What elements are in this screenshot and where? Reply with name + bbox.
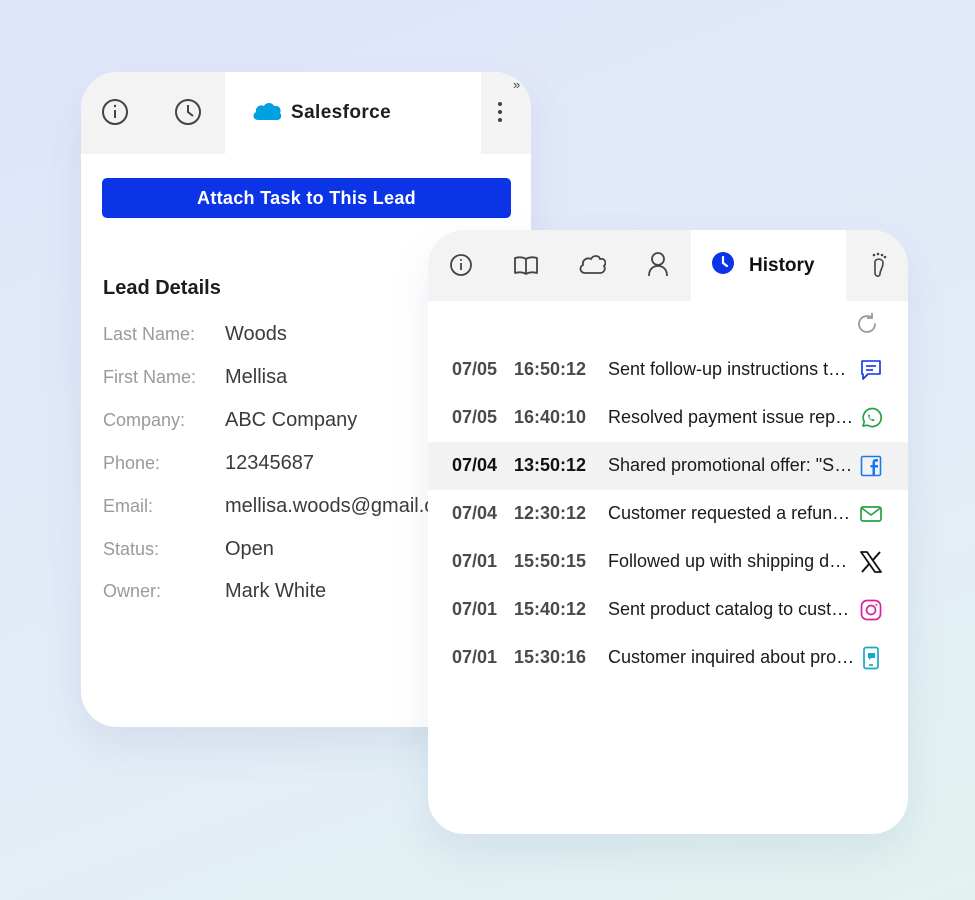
field-value: 12345687 (225, 452, 314, 474)
info-icon[interactable] (441, 245, 481, 285)
clock-icon[interactable] (168, 92, 208, 132)
cloud-icon[interactable] (572, 245, 612, 285)
history-text: Resolved payment issue reported by custo… (608, 407, 855, 427)
instagram-icon (859, 598, 883, 622)
user-icon[interactable] (638, 244, 678, 284)
history-panel: History 07/05 16:50:12 Sent follow-up in… (428, 230, 908, 834)
chevron-right-icon[interactable]: » (513, 78, 520, 91)
history-text: Shared promotional offer: "Summer Sale" (608, 455, 855, 475)
book-icon[interactable] (506, 245, 546, 285)
field-value: ABC Company (225, 409, 358, 431)
history-time: 15:40:12 (514, 599, 587, 619)
info-icon[interactable] (95, 92, 135, 132)
history-text: Customer inquired about product availabi… (608, 647, 855, 667)
email-icon (859, 502, 883, 526)
tab-label: Salesforce (291, 102, 392, 123)
history-time: 12:30:12 (514, 503, 587, 523)
history-item[interactable]: 07/05 16:40:10 Resolved payment issue re… (428, 394, 908, 442)
field-value: Mellisa (225, 366, 288, 388)
tab-bar: History (428, 230, 908, 301)
history-item[interactable]: 07/01 15:30:16 Customer inquired about p… (428, 634, 908, 682)
history-item[interactable]: 07/01 15:50:15 Followed up with shipping… (428, 538, 908, 586)
history-text: Sent product catalog to customer (608, 599, 855, 619)
history-text: Sent follow-up instructions to the custo… (608, 359, 855, 379)
sms-icon (859, 646, 883, 670)
tab-salesforce[interactable]: Salesforce (225, 72, 481, 154)
chat-icon (859, 358, 883, 382)
history-date: 07/05 (452, 407, 498, 427)
lead-details-title: Lead Details (103, 277, 221, 299)
history-item[interactable]: 07/04 13:50:12 Shared promotional offer:… (428, 442, 908, 490)
attach-task-button[interactable]: Attach Task to This Lead (102, 178, 511, 218)
field-label: Status: (103, 539, 160, 559)
more-vertical-icon[interactable] (485, 92, 515, 132)
facebook-icon (859, 454, 883, 478)
field-value: Woods (225, 323, 287, 345)
tab-label: History (749, 254, 815, 276)
salesforce-cloud-icon (251, 100, 283, 127)
footprint-icon[interactable] (859, 245, 899, 285)
history-date: 07/01 (452, 551, 498, 571)
history-text: Customer requested a refund for order (608, 503, 855, 523)
field-value: Open (225, 538, 274, 560)
field-label: Owner: (103, 581, 162, 601)
history-item[interactable]: 07/01 15:40:12 Sent product catalog to c… (428, 586, 908, 634)
history-item[interactable]: 07/04 12:30:12 Customer requested a refu… (428, 490, 908, 538)
history-time: 15:50:15 (514, 551, 587, 571)
field-label: Company: (103, 410, 186, 430)
history-date: 07/04 (452, 503, 498, 523)
history-date: 07/01 (452, 647, 498, 667)
refresh-icon[interactable] (855, 312, 879, 336)
whatsapp-icon (859, 406, 883, 430)
field-label: Last Name: (103, 324, 196, 344)
tab-bar: Salesforce » (81, 72, 531, 154)
history-time: 15:30:16 (514, 647, 587, 667)
field-value: Mark White (225, 580, 327, 602)
history-text: Followed up with shipping details (608, 551, 855, 571)
x-icon (859, 550, 883, 574)
clock-icon (711, 251, 735, 280)
field-value: mellisa.woods@gmail.com (225, 495, 463, 517)
field-label: Email: (103, 496, 154, 516)
history-date: 07/01 (452, 599, 498, 619)
history-time: 16:40:10 (514, 407, 587, 427)
history-time: 16:50:12 (514, 359, 587, 379)
field-label: First Name: (103, 367, 197, 387)
history-item[interactable]: 07/05 16:50:12 Sent follow-up instructio… (428, 346, 908, 394)
history-date: 07/05 (452, 359, 498, 379)
field-label: Phone: (103, 453, 161, 473)
tab-history[interactable]: History (691, 230, 846, 301)
history-date: 07/04 (452, 455, 498, 475)
history-time: 13:50:12 (514, 455, 587, 475)
